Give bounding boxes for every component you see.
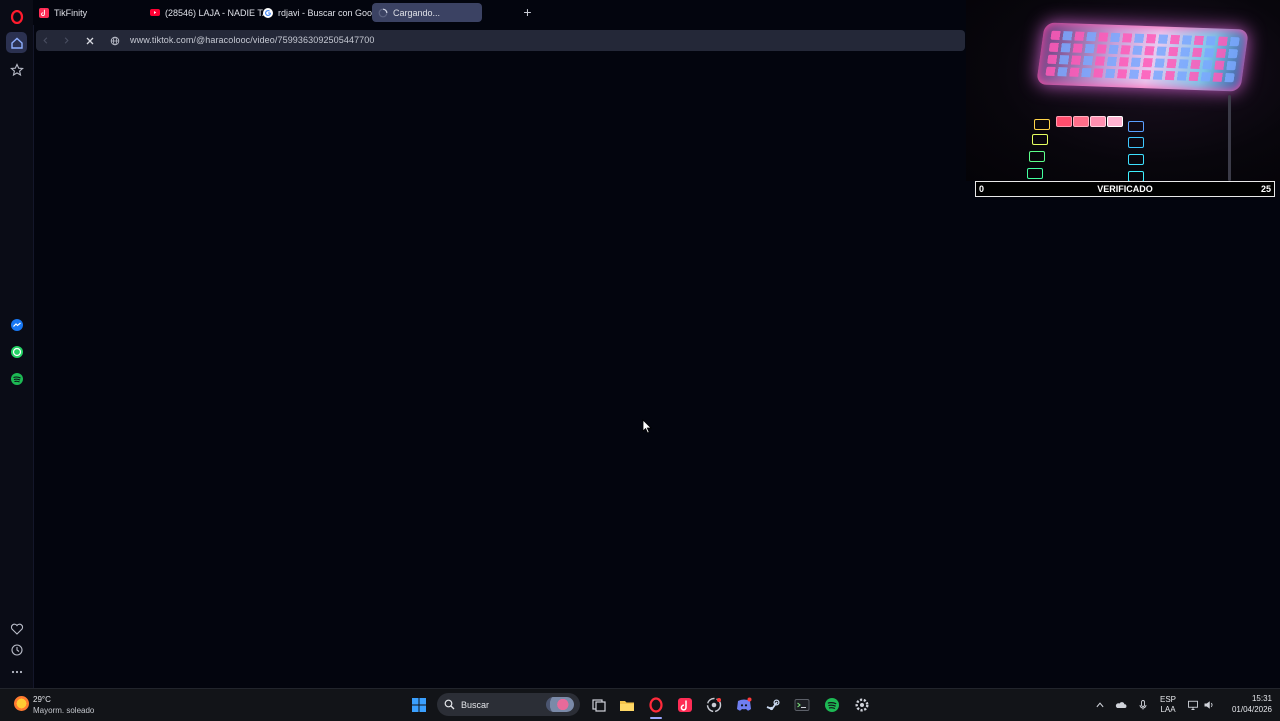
tab-label: Cargando... — [393, 7, 441, 18]
search-placeholder: Buscar — [461, 699, 490, 710]
address-bar[interactable]: www.tiktok.com/@haracolooc/video/7599363… — [36, 30, 965, 51]
settings-icon[interactable] — [853, 696, 871, 714]
tab-strip: TikFinity (28546) LAJA - NADIE TA rdjavi… — [33, 0, 965, 25]
discord-icon[interactable] — [735, 696, 753, 714]
keyboard-layout-code: LAA — [1160, 705, 1176, 714]
taskbar-search-box[interactable]: Buscar — [437, 693, 580, 716]
tab-label: TikFinity — [54, 7, 88, 18]
weather-description: Mayorm. soleado — [33, 706, 95, 715]
loading-spinner-icon — [378, 8, 388, 18]
home-icon[interactable] — [6, 32, 27, 53]
cable-image — [1228, 95, 1231, 181]
weather-widget[interactable]: 29°C Mayorm. soleado — [12, 693, 122, 717]
search-highlight-image — [546, 697, 574, 712]
file-explorer-icon[interactable] — [618, 696, 636, 714]
weather-temp: 29°C — [33, 695, 51, 704]
forward-icon[interactable] — [59, 33, 74, 48]
spotify-icon[interactable] — [823, 696, 841, 714]
webcam-overlay — [966, 0, 1280, 181]
rgb-keyboard-image — [1036, 22, 1249, 92]
clock-time: 15:31 — [1251, 694, 1272, 703]
tab-label: rdjavi - Buscar con Google — [278, 7, 379, 18]
taskbar: 29°C Mayorm. soleado Buscar ESP LAA 15:3… — [0, 688, 1280, 721]
language-indicator[interactable]: ESP LAA — [1157, 695, 1179, 715]
messenger-icon[interactable] — [6, 314, 27, 335]
language-code: ESP — [1159, 695, 1176, 704]
google-icon — [263, 7, 273, 18]
task-view-icon[interactable] — [590, 696, 608, 714]
volume-icon[interactable] — [1200, 696, 1218, 714]
back-icon[interactable] — [38, 33, 53, 48]
youtube-icon — [150, 9, 160, 16]
goal-label: VERIFICADO — [1097, 184, 1153, 194]
active-app-indicator — [650, 717, 662, 719]
tab-tikfinity[interactable]: TikFinity — [33, 3, 150, 22]
chevron-up-icon[interactable] — [1091, 696, 1109, 714]
tiktok-live-icon[interactable] — [676, 696, 694, 714]
clock[interactable]: 15:31 01/04/2026 — [1222, 694, 1272, 715]
clock-date: 01/04/2026 — [1231, 705, 1272, 714]
opera-gx-icon[interactable] — [647, 696, 665, 714]
weather-sun-icon — [14, 696, 29, 711]
goal-max-value: 25 — [1260, 184, 1271, 194]
tab-youtube[interactable]: (28546) LAJA - NADIE TA — [144, 3, 264, 22]
tiktok-icon — [39, 7, 49, 18]
tab-label: (28546) LAJA - NADIE TA — [165, 7, 264, 18]
microphone-icon[interactable] — [1134, 696, 1152, 714]
mouse-cursor-icon — [642, 419, 652, 439]
site-info-globe-icon[interactable] — [107, 33, 122, 48]
spotify-icon[interactable] — [6, 368, 27, 389]
windows-start-icon[interactable] — [410, 696, 428, 714]
steam-icon[interactable] — [764, 696, 782, 714]
tab-google[interactable]: rdjavi - Buscar con Google — [257, 3, 379, 22]
browser-sidebar — [0, 0, 34, 688]
whatsapp-icon[interactable] — [6, 341, 27, 362]
stop-loading-icon[interactable] — [82, 33, 97, 48]
star-icon[interactable] — [6, 59, 27, 80]
tab-loading[interactable]: Cargando... — [372, 3, 482, 22]
goal-progress-bar: 0 VERIFICADO 25 — [975, 181, 1275, 197]
history-icon[interactable] — [6, 639, 27, 660]
url-text[interactable]: www.tiktok.com/@haracolooc/video/7599363… — [130, 35, 375, 45]
search-icon — [444, 699, 455, 710]
new-tab-button[interactable]: + — [521, 5, 534, 19]
page-content-area[interactable] — [34, 53, 965, 688]
opera-logo-icon[interactable] — [6, 6, 27, 27]
terminal-icon[interactable] — [793, 696, 811, 714]
onedrive-cloud-icon[interactable] — [1112, 696, 1130, 714]
heart-icon[interactable] — [6, 618, 27, 639]
chrome-icon[interactable] — [705, 696, 723, 714]
more-icon[interactable] — [6, 661, 27, 682]
